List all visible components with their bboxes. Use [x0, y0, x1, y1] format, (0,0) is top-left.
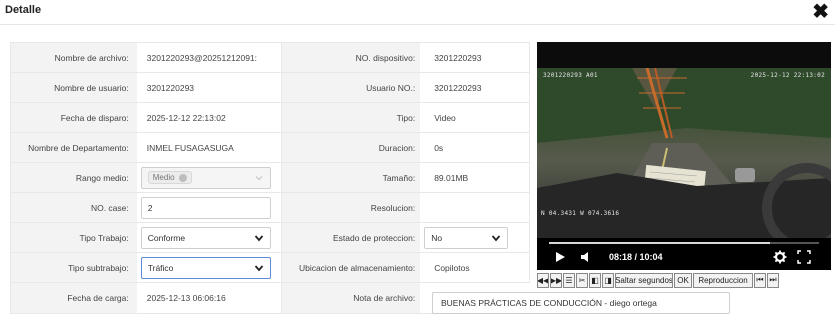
detail-grid: Nombre de archivo: 3201220293@2025121209… [10, 42, 530, 314]
next-icon[interactable]: ⏭ [767, 272, 779, 288]
progress-bar[interactable] [549, 242, 819, 244]
dialog-header: Detalle ✖ [0, 0, 835, 25]
device-no-value: 3201220293 [420, 43, 530, 72]
volume-icon[interactable] [579, 250, 593, 264]
duration-label: Duracion: [282, 133, 421, 162]
file-note-value: BUENAS PRÁCTICAS DE CONDUCCIÓN - diego o… [441, 298, 657, 308]
user-no-label: Usuario NO.: [282, 73, 421, 102]
rewind-icon[interactable]: ◀◀ [537, 272, 549, 288]
row-user: Nombre de usuario: 3201220293 Usuario NO… [11, 73, 530, 103]
work-type-value: Conforme [147, 232, 186, 243]
fullscreen-icon[interactable] [797, 250, 811, 264]
chevron-down-icon [254, 264, 263, 271]
user-no-value: 3201220293 [420, 73, 530, 102]
user-name-label: Nombre de usuario: [11, 73, 137, 102]
settings-icon[interactable] [773, 250, 787, 264]
department-label: Nombre de Departamento: [11, 133, 137, 162]
row-trigger: Fecha de disparo: 2025-12-12 22:13:02 Ti… [11, 103, 530, 133]
frame-forward-icon[interactable]: ◨ [602, 272, 614, 288]
medium-range-cell: Medio [137, 163, 283, 192]
medium-range-tag-label: Medio [152, 173, 175, 182]
protection-state-label: Estado de proteccion: [282, 223, 421, 252]
file-note-label: Nota de archivo: [282, 283, 421, 313]
medium-range-label: Rango medio: [11, 163, 137, 192]
osd-top-left: 3201220293 A01 [543, 72, 598, 79]
video-player[interactable]: 3201220293 A01 2025-12-12 22:13:02 N 04.… [537, 42, 831, 270]
trigger-date-label: Fecha de disparo: [11, 103, 137, 132]
play-icon[interactable] [553, 250, 567, 264]
row-work-type: Tipo Trabajo: Conforme Estado de protecc… [11, 223, 530, 253]
row-range: Rango medio: Medio Tamaño: 89.01MB [11, 163, 530, 193]
work-subtype-select[interactable]: Tráfico [140, 256, 271, 279]
progress-fill [549, 242, 771, 244]
dialog-title: Detalle [5, 4, 42, 16]
storage-location-label: Ubicacion de almacenamiento: [282, 253, 421, 282]
upload-date-label: Fecha de carga: [11, 283, 137, 313]
work-subtype-value: Tráfico [147, 262, 174, 273]
case-no-value: 2 [147, 202, 153, 213]
type-value: Video [420, 103, 530, 132]
medium-range-select[interactable]: Medio [140, 166, 271, 189]
user-name-value: 3201220293 [137, 73, 283, 102]
list-icon[interactable]: ☰ [563, 272, 575, 288]
upload-date-value: 2025-12-13 06:06:16 [137, 283, 283, 313]
protection-state-select[interactable]: No [424, 226, 509, 249]
tag-remove-icon[interactable] [178, 173, 187, 182]
ok-button[interactable]: OK [674, 272, 692, 288]
storage-location-value: Copilotos [420, 253, 530, 282]
protection-state-value: No [431, 232, 443, 243]
osd-bottom-left: N 04.3431 W 074.3616 [541, 210, 620, 217]
file-name-label: Nombre de archivo: [11, 43, 137, 72]
skip-seconds-input[interactable]: Saltar segundos [615, 272, 673, 288]
device-no-label: NO. dispositivo: [282, 43, 421, 72]
chevron-down-icon [492, 234, 501, 241]
case-no-cell: 2 [137, 193, 283, 222]
ok-button-label: OK [677, 275, 689, 285]
row-case: NO. case: 2 Resolucion: [11, 193, 530, 223]
file-note-input[interactable]: BUENAS PRÁCTICAS DE CONDUCCIÓN - diego o… [432, 292, 730, 314]
medium-range-tag[interactable]: Medio [147, 171, 192, 184]
time-display: 08:18 / 10:04 [609, 252, 663, 262]
playback-toolbar: ◀◀ ▶▶ ☰ ✂ ◧ ◨ Saltar segundos OK Reprodu… [537, 272, 831, 288]
size-value: 89.01MB [420, 163, 530, 192]
department-value: INMEL FUSAGASUGA [137, 133, 283, 162]
work-type-select[interactable]: Conforme [140, 226, 271, 249]
case-no-input[interactable]: 2 [140, 196, 271, 219]
row-file-name: Nombre de archivo: 3201220293@2025121209… [11, 43, 530, 73]
playback-speed-label: Reproduccion [698, 275, 748, 285]
chevron-down-icon [254, 234, 263, 241]
file-name-value: 3201220293@20251212091: [137, 43, 283, 72]
playback-speed-select[interactable]: Reproduccion [693, 272, 753, 288]
type-label: Tipo: [282, 103, 421, 132]
row-department: Nombre de Departamento: INMEL FUSAGASUGA… [11, 133, 530, 163]
frame-back-icon[interactable]: ◧ [589, 272, 601, 288]
resolution-value [420, 193, 530, 222]
cut-icon[interactable]: ✂ [576, 272, 588, 288]
resolution-label: Resolucion: [282, 193, 421, 222]
video-frame: 3201220293 A01 2025-12-12 22:13:02 N 04.… [537, 68, 831, 238]
trigger-date-value: 2025-12-12 22:13:02 [137, 103, 283, 132]
work-subtype-cell: Tráfico [137, 253, 283, 282]
previous-icon[interactable]: ⏮ [754, 272, 766, 288]
row-subtype: Tipo subtrabajo: Tráfico Ubicacion de al… [11, 253, 530, 283]
work-type-label: Tipo Trabajo: [11, 223, 137, 252]
close-icon[interactable]: ✖ [812, 2, 829, 22]
osd-top-right: 2025-12-12 22:13:02 [750, 72, 825, 79]
protection-state-cell: No [420, 223, 530, 252]
fast-forward-icon[interactable]: ▶▶ [550, 272, 562, 288]
duration-value: 0s [420, 133, 530, 162]
work-type-cell: Conforme [137, 223, 283, 252]
case-no-label: NO. case: [11, 193, 137, 222]
work-subtype-label: Tipo subtrabajo: [11, 253, 137, 282]
size-label: Tamaño: [282, 163, 421, 192]
video-controls: 08:18 / 10:04 [537, 238, 831, 270]
skip-seconds-label: Saltar segundos [615, 275, 673, 285]
chevron-down-icon [255, 175, 263, 180]
